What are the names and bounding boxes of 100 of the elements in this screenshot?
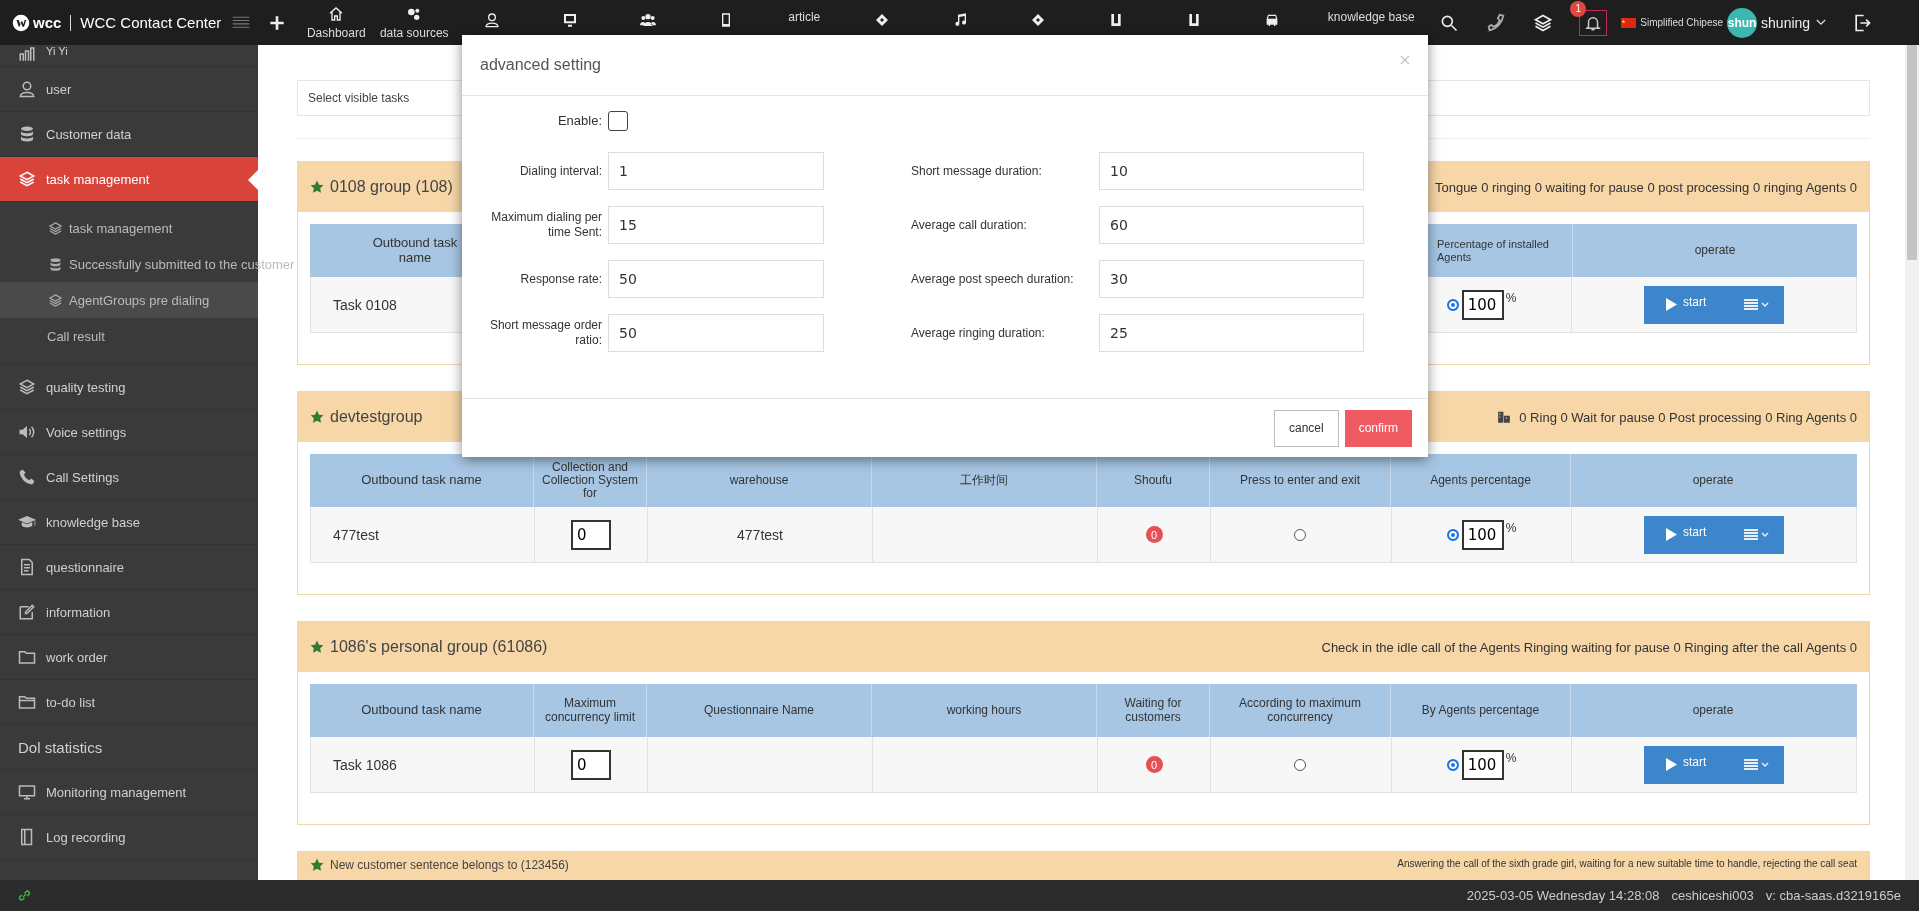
column-header: Collection and Collection System for [540, 460, 639, 501]
group-status: Tongue 0 ringing 0 waiting for pause 0 post processing 0 ringing Agents 0 [1434, 179, 1857, 195]
field-label: Dialing interval: [518, 163, 602, 179]
column-header: Shoufu [1133, 473, 1172, 488]
column-header: Questionnaire Name [703, 703, 815, 718]
star-icon[interactable] [310, 858, 324, 872]
column-header: operate [1694, 243, 1736, 258]
account-name: ceshiceshi003 [1671, 888, 1754, 903]
field-label: Average ringing duration: [910, 325, 1046, 341]
dropdown-button[interactable] [1739, 515, 1784, 554]
sidebar-item[interactable]: Call result [0, 318, 258, 354]
database-icon [48, 256, 63, 272]
database-icon [18, 125, 36, 143]
nav-item[interactable]: knowledge base [1327, 10, 1415, 24]
group-icon[interactable] [640, 12, 657, 28]
number-field[interactable]: 15 [608, 206, 824, 244]
language-selector[interactable]: Simplified Chipese [1640, 17, 1724, 28]
number-field[interactable]: 50 [608, 260, 824, 298]
star-icon[interactable] [310, 410, 324, 424]
person-icon[interactable] [484, 12, 501, 28]
diamond-icon[interactable] [874, 12, 891, 28]
play-icon [1666, 298, 1677, 311]
star-icon[interactable] [310, 180, 324, 194]
diamond-icon[interactable] [1030, 12, 1047, 28]
sidebar-item[interactable]: AgentGroups pre dialing [0, 282, 258, 318]
column-header: operate [1692, 703, 1734, 718]
scrollbar[interactable] [1905, 45, 1919, 880]
field-label: Maximum dialing per time Sent: [490, 210, 602, 240]
column-header: working hours [946, 703, 1022, 718]
app-title: WCC Contact Center [70, 14, 222, 31]
dropdown-button[interactable] [1739, 745, 1784, 784]
start-button[interactable]: start [1644, 285, 1739, 324]
plus-icon[interactable] [269, 14, 286, 31]
folder-icon [18, 648, 36, 666]
notification-button[interactable] [1579, 9, 1608, 36]
percent-sign: % [1505, 291, 1517, 305]
number-field[interactable]: 1 [608, 152, 824, 190]
sidebar-item[interactable]: Yi Yi [0, 45, 258, 67]
logout-icon[interactable] [1852, 12, 1873, 33]
flag-icon [1621, 17, 1637, 28]
building-icon [1497, 410, 1512, 424]
logo: wcc [12, 13, 62, 32]
version-label: v: cba-saas.d3219165e [1765, 888, 1901, 903]
cancel-button[interactable]: cancel [1273, 409, 1339, 447]
list-caret-icon [1744, 758, 1770, 771]
column-header: Maximum concurrency limit [544, 697, 636, 724]
number-field[interactable]: 30 [1099, 260, 1364, 298]
radio-button[interactable] [1293, 528, 1306, 541]
caret-icon[interactable] [1816, 19, 1827, 26]
nav-item[interactable]: Dashboard [297, 0, 376, 45]
number-field[interactable]: 10 [1099, 152, 1364, 190]
layers-icon [48, 292, 63, 308]
person-icon [18, 80, 36, 98]
column-header: 工作时间 [960, 473, 1008, 488]
radio-button[interactable] [1446, 298, 1459, 311]
field-label: Short message duration: [910, 163, 1043, 179]
link-icon[interactable] [18, 889, 31, 902]
layers-icon [18, 378, 36, 396]
radio-button[interactable] [1446, 758, 1459, 771]
edit-icon [18, 603, 36, 621]
number-field[interactable]: 0 [571, 519, 611, 550]
sidebar-item[interactable]: task management [0, 210, 258, 246]
number-field[interactable]: 25 [1099, 314, 1364, 352]
table-cell: 477test [737, 526, 783, 543]
user-name[interactable]: shuning [1761, 14, 1811, 31]
enable-checkbox[interactable] [608, 111, 628, 131]
monitor-icon[interactable] [562, 12, 579, 28]
start-button[interactable]: start [1644, 515, 1739, 554]
number-field[interactable]: 60 [1099, 206, 1364, 244]
number-field[interactable]: 100 [1461, 289, 1504, 320]
column-header: Agents percentage [1430, 473, 1531, 488]
column-header: Percentage of installed Agents [1437, 238, 1550, 263]
column-header: According to maximum concurrency [1237, 697, 1362, 724]
star-icon[interactable] [310, 640, 324, 654]
play-icon [1666, 758, 1677, 771]
table-cell: Task 0108 [333, 296, 397, 313]
nav-item[interactable]: data sources [375, 0, 454, 45]
group-status: Answering the call of the sixth grade girl, waiting for a new suitable time to handle, rejecting the call seat [1397, 858, 1857, 869]
phone-icon [18, 468, 36, 486]
number-field[interactable]: 0 [571, 749, 611, 780]
dropdown-button[interactable] [1739, 285, 1784, 324]
list-caret-icon [1744, 528, 1770, 541]
group-title: 0108 group (108) [330, 178, 453, 196]
document-icon [18, 558, 36, 576]
list-caret-icon [1744, 298, 1770, 311]
nav-item[interactable]: article [788, 10, 821, 24]
layers-icon[interactable] [1533, 12, 1554, 33]
music-note-icon[interactable] [952, 12, 969, 28]
number-field[interactable]: 50 [608, 314, 824, 352]
radio-button[interactable] [1446, 528, 1459, 541]
start-button[interactable]: start [1644, 745, 1739, 784]
sidebar-item[interactable]: task management [0, 157, 258, 202]
group-status: 0 Ring 0 Wait for pause 0 Post processing 0 Ring Agents 0 [1519, 409, 1857, 425]
number-field[interactable]: 100 [1461, 519, 1504, 550]
number-field[interactable]: 100 [1461, 749, 1504, 780]
column-header: Outbound task name [361, 703, 482, 718]
folder-icon [18, 693, 36, 711]
column-header: Press to enter and exit [1239, 473, 1361, 488]
count-badge: 0 [1145, 526, 1163, 543]
radio-button[interactable] [1293, 758, 1306, 771]
